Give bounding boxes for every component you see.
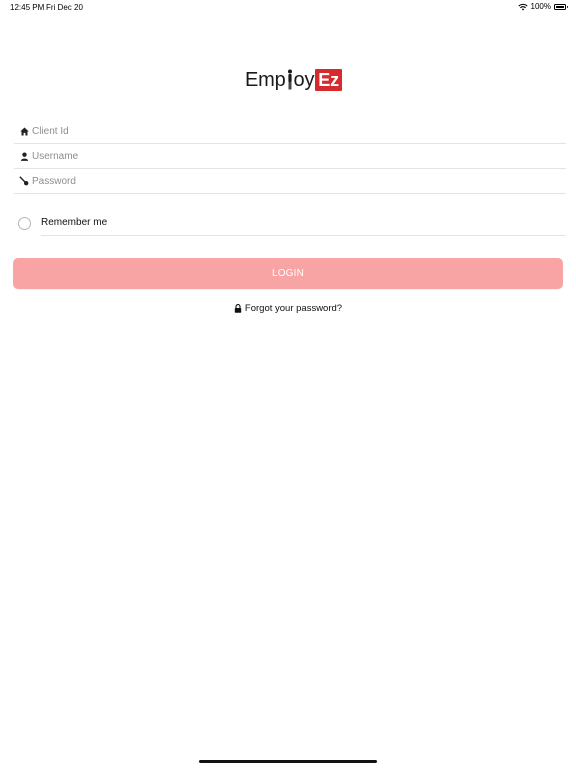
client-id-field-row (14, 119, 566, 144)
status-bar: 12:45 PM Fri Dec 20 100% (0, 0, 576, 14)
password-input[interactable] (32, 171, 566, 191)
status-right: 100% (517, 2, 568, 11)
forgot-password-link[interactable]: Forgot your password? (0, 303, 576, 314)
username-input[interactable] (32, 146, 566, 166)
wifi-icon (517, 3, 528, 10)
home-indicator[interactable] (199, 760, 377, 763)
user-icon (18, 150, 30, 162)
status-time: 12:45 PM (10, 3, 45, 12)
username-field-row (14, 144, 566, 169)
status-date: Fri Dec 20 (46, 3, 83, 12)
battery-percent: 100% (530, 2, 551, 11)
battery-icon (554, 3, 568, 10)
home-icon (18, 125, 30, 137)
remember-me-label-wrap: Remember me (41, 211, 566, 236)
logo-text-emp: Emp (245, 69, 286, 91)
login-button[interactable]: LOGIN (13, 258, 563, 289)
person-figure-icon (287, 69, 292, 90)
battery-level (556, 5, 564, 8)
remember-me-radio[interactable] (18, 216, 31, 230)
logo-text-ez: Ez (315, 69, 342, 91)
remember-me-label: Remember me (41, 217, 108, 228)
app-logo: Emp oy Ez (245, 68, 342, 92)
login-button-label: LOGIN (271, 268, 305, 279)
key-icon (18, 175, 30, 187)
logo-text-oy: oy (293, 69, 315, 91)
forgot-password-label: Forgot your password? (244, 303, 343, 314)
lock-icon (234, 304, 242, 313)
remember-me-row[interactable]: Remember me (18, 211, 566, 236)
password-field-row (14, 169, 566, 194)
client-id-input[interactable] (32, 121, 566, 141)
